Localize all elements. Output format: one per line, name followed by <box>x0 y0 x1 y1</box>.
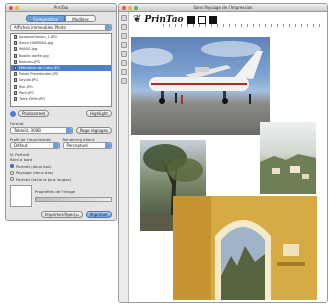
document-title: Sans Paysage de l'Impression <box>193 5 253 10</box>
page-canvas[interactable] <box>131 30 327 302</box>
logo-square-outline-icon <box>197 15 206 24</box>
radio-button[interactable] <box>10 164 14 168</box>
top-ruler <box>163 24 324 27</box>
zoom-tool-icon[interactable] <box>121 51 127 57</box>
tool-strip <box>119 12 129 302</box>
file-name: Avion HISPANIA.jpg <box>19 41 54 46</box>
image-file-icon <box>14 53 17 58</box>
palette-tab-bar: Composition Modèles <box>6 15 116 22</box>
file-name: Palais Presidentiel.JPG <box>19 72 59 77</box>
file-name: Seville.JPG <box>19 78 38 83</box>
file-list[interactable]: Aeroport/Avion_1.JPG Avion HISPANIA.jpg IM… <box>10 33 112 107</box>
preview-label: Propriétés de l'image <box>35 189 76 194</box>
image-file-icon <box>14 72 17 77</box>
file-name: Pont.JPG <box>19 90 35 95</box>
layout-option[interactable]: Portrait (deux bas) <box>10 164 112 169</box>
archway-illustration <box>173 196 317 300</box>
photo-village[interactable] <box>260 122 316 194</box>
image-file-icon <box>14 35 17 40</box>
select-tool-icon[interactable] <box>121 15 127 21</box>
file-list-item[interactable]: Torre Eiffel.JPG <box>11 96 111 102</box>
window-controls <box>9 6 19 10</box>
crop-tool-icon[interactable] <box>121 33 127 39</box>
print-preview-button[interactable]: Imprimer/Aperçu <box>40 210 83 218</box>
printao-logo: PrinTao <box>144 14 184 25</box>
text-tool-icon[interactable] <box>121 60 127 66</box>
radio-button[interactable] <box>10 170 14 175</box>
image-file-icon <box>14 41 17 46</box>
preview-section: Propriétés de l'image <box>10 184 112 207</box>
file-name: Aeroport/Avion_1.JPG <box>19 35 57 40</box>
file-name: Roc.JPG <box>19 84 33 89</box>
list-action-row: Photostreet Highlight <box>10 110 112 117</box>
image-file-icon <box>14 84 17 89</box>
option-label: Paysage (deux bas) <box>16 170 54 175</box>
file-name: Mémoires de Cuba.JPG <box>19 66 60 71</box>
option-label: Portrait (taille la plus longue) <box>16 176 72 182</box>
radio-button[interactable] <box>10 177 14 181</box>
photostreet-button[interactable]: Photostreet <box>18 110 50 117</box>
print-button[interactable]: Imprimer <box>85 210 112 218</box>
file-name: Basilic dorée.jpg <box>19 53 49 58</box>
minimize-button[interactable] <box>128 6 132 10</box>
tab-models[interactable]: Modèles <box>65 15 96 22</box>
close-button[interactable] <box>122 6 126 10</box>
file-name: Torre Eiffel.JPG <box>19 96 46 101</box>
move-tool-icon[interactable] <box>121 24 127 30</box>
image-file-icon <box>14 47 17 52</box>
format-select[interactable]: Tabloïd, 300B <box>10 127 73 134</box>
airplane-illustration <box>131 41 263 104</box>
palette-footer: Imprimer/Aperçu Imprimer <box>10 210 112 218</box>
size-slider[interactable] <box>35 197 112 202</box>
photo-archway[interactable] <box>173 196 317 300</box>
document-window-controls <box>122 6 138 10</box>
section-label-secondary: Bord à bord <box>10 157 33 162</box>
zoom-button[interactable] <box>134 6 138 10</box>
close-button[interactable] <box>9 6 13 10</box>
layout-option[interactable]: Portrait (taille la plus longue) <box>10 177 112 182</box>
rendering-select[interactable]: Perceptuel <box>62 142 112 149</box>
layout-option[interactable]: Paysage (deux bas) <box>10 170 112 175</box>
image-file-icon <box>14 66 17 71</box>
printao-palette-window: PrinTao Composition Modèles Affiches imm… <box>5 3 117 221</box>
tab-composition[interactable]: Composition <box>26 15 66 22</box>
page-setup-button[interactable]: Page réglages <box>75 127 112 134</box>
frame-tool-icon[interactable] <box>121 69 127 75</box>
grid-tool-icon[interactable] <box>121 78 127 84</box>
highlight-button[interactable]: Highlight <box>85 110 112 117</box>
village-illustration <box>260 154 316 194</box>
profile-select[interactable]: Défaut <box>10 142 60 149</box>
option-label: Portrait (deux bas) <box>16 163 52 169</box>
document-titlebar[interactable]: Sans Paysage de l'Impression <box>119 4 327 12</box>
preview-thumbnail <box>10 184 32 207</box>
logo-square-icon <box>186 15 195 24</box>
profile-section: Profil de l'imprimante Défaut Rendering … <box>10 137 112 149</box>
logo-square-icon <box>208 15 217 24</box>
file-name: Balcons.JPG <box>19 59 41 64</box>
image-file-icon <box>14 96 17 101</box>
format-label: Format <box>10 121 24 126</box>
image-file-icon <box>14 78 17 83</box>
option-list: Portrait (deux bas) Paysage (deux bas) Por… <box>10 164 112 182</box>
folder-select[interactable]: Affiches immeubles Photo <box>10 24 112 31</box>
image-file-icon <box>14 59 17 64</box>
rotate-tool-icon[interactable] <box>121 42 127 48</box>
format-section: Format Tabloïd, 300B Page réglages <box>10 121 112 134</box>
layout-options: N. Portrait Bord à bord Portrait (deux b… <box>10 152 112 182</box>
printao-logo-icon: ❦ <box>133 14 142 25</box>
image-file-icon <box>14 90 17 95</box>
palette-title: PrinTao <box>53 5 69 10</box>
file-name: IMAGE.jpg <box>19 47 38 52</box>
minimize-button[interactable] <box>15 6 19 10</box>
photo-airplane[interactable] <box>131 37 270 135</box>
document-window: Sans Paysage de l'Impression ❦ PrinTao <box>118 3 328 303</box>
palette-titlebar[interactable]: PrinTao <box>6 4 116 12</box>
photostreet-icon <box>10 110 16 117</box>
